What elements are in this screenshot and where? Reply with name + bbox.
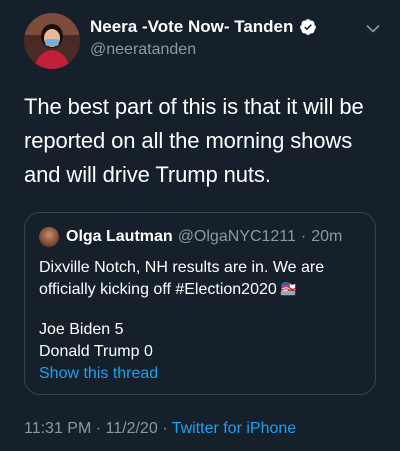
quoted-author-name[interactable]: Olga Lautman	[66, 228, 173, 246]
tweet-meta: 11:31 PM · 11/2/20 · Twitter for iPhone	[24, 420, 296, 438]
author-avatar[interactable]	[24, 13, 80, 69]
quoted-tweet-header: Olga Lautman @OlgaNYC1211 · 20m	[39, 227, 342, 247]
separator-dot: ·	[95, 420, 102, 437]
tweet-text: The best part of this is that it will be…	[24, 94, 364, 187]
ballot-box-flag-icon	[280, 282, 296, 296]
author-display-name[interactable]: Neera -Vote Now- Tanden	[90, 17, 293, 37]
tweet-time[interactable]: 11:31 PM	[24, 420, 91, 437]
tweet-date[interactable]: 11/2/20	[106, 420, 158, 437]
author-name-row: Neera -Vote Now- Tanden	[90, 17, 317, 37]
tweet-source-link[interactable]: Twitter for iPhone	[172, 420, 297, 437]
separator-dot: ·	[300, 228, 307, 245]
tweet: Neera -Vote Now- Tanden @neeratanden The…	[0, 0, 400, 451]
result-line: Donald Trump 0	[39, 343, 153, 360]
quoted-tweet-text: Dixville Notch, NH results are in. We ar…	[39, 257, 359, 301]
author-handle[interactable]: @neeratanden	[90, 41, 196, 59]
show-thread-link[interactable]: Show this thread	[39, 365, 158, 383]
quoted-tweet-card[interactable]: Olga Lautman @OlgaNYC1211 · 20m Dixville N…	[24, 212, 376, 395]
chevron-down-icon[interactable]	[366, 24, 380, 34]
quoted-author-avatar[interactable]	[39, 227, 59, 247]
quoted-author-handle[interactable]: @OlgaNYC1211	[178, 228, 296, 246]
separator-dot: ·	[162, 420, 168, 437]
verified-badge-icon	[300, 19, 317, 35]
election-results: Joe Biden 5 Donald Trump 0	[39, 319, 153, 363]
result-line: Joe Biden 5	[39, 321, 124, 338]
quoted-tweet-time[interactable]: 20m	[311, 228, 342, 246]
